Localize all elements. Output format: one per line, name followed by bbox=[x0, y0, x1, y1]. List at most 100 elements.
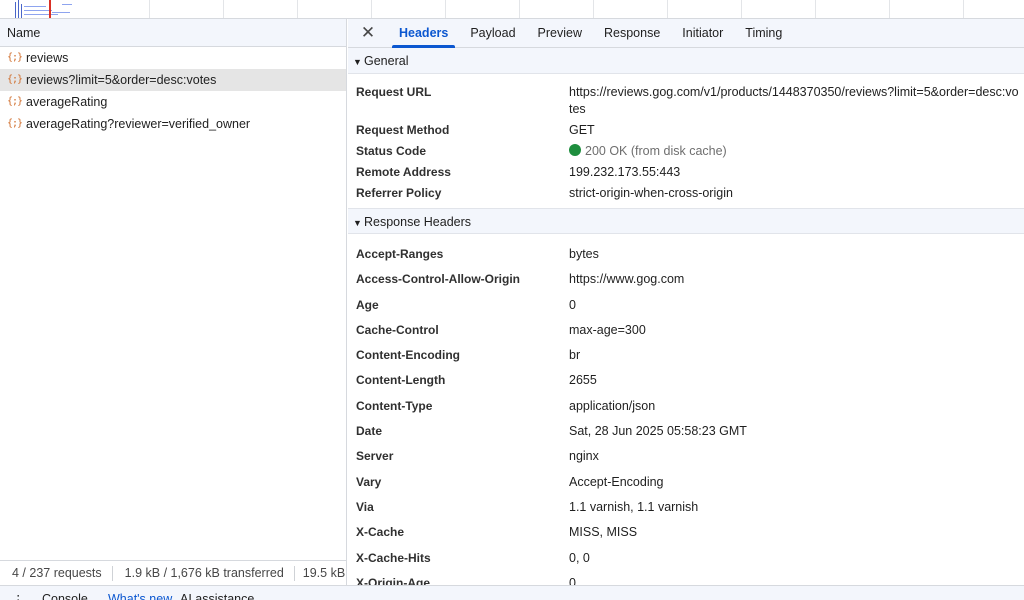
request-name: reviews bbox=[26, 51, 69, 65]
header-name: Vary bbox=[356, 474, 382, 489]
header-row: Referrer Policy strict-origin-when-cross-… bbox=[348, 183, 1024, 204]
header-value[interactable]: strict-origin-when-cross-origin bbox=[569, 185, 1019, 202]
transferred-size: 1.9 kB / 1,676 kB transferred bbox=[113, 566, 295, 581]
header-name: Request URL bbox=[356, 85, 432, 99]
header-value[interactable]: https://www.gog.com bbox=[569, 271, 1019, 292]
response-headers-section: Accept-Ranges bytes Access-Control-Allow-O… bbox=[348, 234, 1024, 585]
drawer-menu-icon[interactable]: ⋮ bbox=[12, 592, 25, 600]
header-name: Status Code bbox=[356, 144, 427, 158]
header-row: Server nginx bbox=[348, 444, 1024, 469]
header-row: Date Sat, 28 Jun 2025 05:58:23 GMT bbox=[348, 419, 1024, 444]
header-row: Remote Address 199.232.173.55:443 bbox=[348, 162, 1024, 183]
header-value[interactable]: 0 bbox=[569, 575, 1019, 585]
tab-preview[interactable]: Preview bbox=[527, 19, 593, 47]
drawer-tab-console[interactable]: Console bbox=[42, 592, 88, 600]
tab-timing[interactable]: Timing bbox=[734, 19, 793, 47]
header-row: Content-Encoding br bbox=[348, 343, 1024, 368]
collapse-triangle-icon: ▼ bbox=[353, 218, 362, 228]
request-row[interactable]: {;} averageRating bbox=[0, 91, 346, 113]
request-row[interactable]: {;} reviews?limit=5&order=desc:votes bbox=[0, 69, 346, 91]
general-section-toggle[interactable]: ▼ General bbox=[348, 48, 1024, 74]
header-name: Date bbox=[356, 424, 383, 439]
header-value[interactable]: nginx bbox=[569, 448, 1019, 469]
request-name: reviews?limit=5&order=desc:votes bbox=[26, 73, 217, 87]
header-value[interactable]: 199.232.173.55:443 bbox=[569, 164, 1019, 181]
header-name: Accept-Ranges bbox=[356, 247, 444, 261]
general-section-title: General bbox=[364, 54, 409, 68]
response-headers-title: Response Headers bbox=[364, 215, 472, 229]
header-value[interactable]: application/json bbox=[569, 398, 1019, 419]
header-name: Server bbox=[356, 449, 394, 464]
header-row: Vary Accept-Encoding bbox=[348, 470, 1024, 495]
tab-headers[interactable]: Headers bbox=[388, 19, 459, 48]
network-overview[interactable] bbox=[0, 0, 1024, 19]
header-value[interactable]: Sat, 28 Jun 2025 05:58:23 GMT bbox=[569, 423, 1019, 444]
header-row: Access-Control-Allow-Origin https://www.g… bbox=[348, 267, 1024, 292]
header-name: Access-Control-Allow-Origin bbox=[356, 272, 521, 287]
header-value[interactable]: https://reviews.gog.com/v1/products/1448… bbox=[569, 84, 1019, 118]
header-row: Accept-Ranges bytes bbox=[348, 242, 1024, 267]
tab-initiator[interactable]: Initiator bbox=[671, 19, 734, 47]
header-row: Via 1.1 varnish, 1.1 varnish bbox=[348, 495, 1024, 520]
resources-size: 19.5 kB / bbox=[302, 566, 346, 580]
header-name: X-Cache-Hits bbox=[356, 550, 431, 565]
request-name: averageRating bbox=[26, 95, 108, 109]
drawer-tab-whats-new[interactable]: What's new bbox=[108, 592, 172, 600]
header-name: Request Method bbox=[356, 123, 450, 137]
header-value[interactable]: MISS, MISS bbox=[569, 524, 1019, 545]
header-name: Via bbox=[356, 499, 374, 514]
detail-tabbar: ✕ Headers Payload Preview Response Initiator… bbox=[348, 19, 1024, 48]
header-row: Age 0 bbox=[348, 293, 1024, 318]
header-name: Content-Type bbox=[356, 398, 433, 413]
header-row: Content-Type application/json bbox=[348, 394, 1024, 419]
status-ok-dot-icon bbox=[569, 144, 581, 156]
header-row: Status Code 200 OK (from disk cache) bbox=[348, 141, 1024, 162]
header-value[interactable]: Accept-Encoding bbox=[569, 474, 1019, 495]
request-row[interactable]: {;} reviews bbox=[0, 47, 346, 69]
request-count: 4 / 237 requests bbox=[0, 566, 113, 581]
header-row: Request URL https://reviews.gog.com/v1/pr… bbox=[348, 82, 1024, 120]
header-row: Request Method GET bbox=[348, 120, 1024, 141]
header-row: Content-Length 2655 bbox=[348, 368, 1024, 393]
request-row[interactable]: {;} averageRating?reviewer=verified_owner bbox=[0, 113, 346, 135]
close-icon[interactable]: ✕ bbox=[348, 19, 388, 47]
drawer-tab-ai-assistance[interactable]: AI assistance bbox=[180, 592, 254, 600]
header-name: Cache-Control bbox=[356, 322, 439, 337]
request-detail-pane: ✕ Headers Payload Preview Response Initiator… bbox=[348, 19, 1024, 585]
header-name: Remote Address bbox=[356, 165, 451, 179]
request-name: averageRating?reviewer=verified_owner bbox=[26, 117, 251, 131]
network-status-bar: 4 / 237 requests 1.9 kB / 1,676 kB trans… bbox=[0, 560, 346, 586]
json-icon: {;} bbox=[7, 52, 23, 63]
collapse-triangle-icon: ▼ bbox=[353, 57, 362, 67]
header-name: X-Cache bbox=[356, 525, 405, 540]
name-column-header[interactable]: Name bbox=[0, 19, 346, 47]
header-name: X-Origin-Age bbox=[356, 575, 430, 585]
header-row: X-Origin-Age 0 bbox=[348, 571, 1024, 585]
header-value[interactable]: 1.1 varnish, 1.1 varnish bbox=[569, 499, 1019, 520]
request-list-pane: Name {;} reviews {;} reviews?limit=5&order=… bbox=[0, 19, 347, 600]
drawer-tabbar: ⋮ Console What's new AI assistance bbox=[0, 585, 1024, 600]
json-icon: {;} bbox=[7, 118, 23, 129]
tab-response[interactable]: Response bbox=[593, 19, 671, 47]
header-value[interactable]: 2655 bbox=[569, 372, 1019, 393]
header-name: Content-Length bbox=[356, 373, 446, 388]
json-icon: {;} bbox=[7, 96, 23, 107]
header-value[interactable]: GET bbox=[569, 122, 1019, 139]
header-value[interactable]: br bbox=[569, 347, 1019, 368]
header-name: Referrer Policy bbox=[356, 186, 442, 200]
header-name: Content-Encoding bbox=[356, 348, 460, 363]
header-value[interactable]: max-age=300 bbox=[569, 322, 1019, 343]
header-row: X-Cache-Hits 0, 0 bbox=[348, 546, 1024, 571]
header-row: X-Cache MISS, MISS bbox=[348, 520, 1024, 545]
header-value[interactable]: bytes bbox=[569, 246, 1019, 267]
header-value[interactable]: 0 bbox=[569, 297, 1019, 318]
tab-payload[interactable]: Payload bbox=[459, 19, 526, 47]
response-headers-section-toggle[interactable]: ▼ Response Headers bbox=[348, 208, 1024, 234]
request-list: {;} reviews {;} reviews?limit=5&order=desc:… bbox=[0, 47, 346, 135]
json-icon: {;} bbox=[7, 74, 23, 85]
header-value[interactable]: 0, 0 bbox=[569, 550, 1019, 571]
status-text: 200 OK (from disk cache) bbox=[585, 144, 727, 158]
header-name: Age bbox=[356, 297, 379, 312]
status-code-value[interactable]: 200 OK (from disk cache) bbox=[569, 143, 1019, 160]
general-section: Request URL https://reviews.gog.com/v1/pr… bbox=[348, 74, 1024, 208]
